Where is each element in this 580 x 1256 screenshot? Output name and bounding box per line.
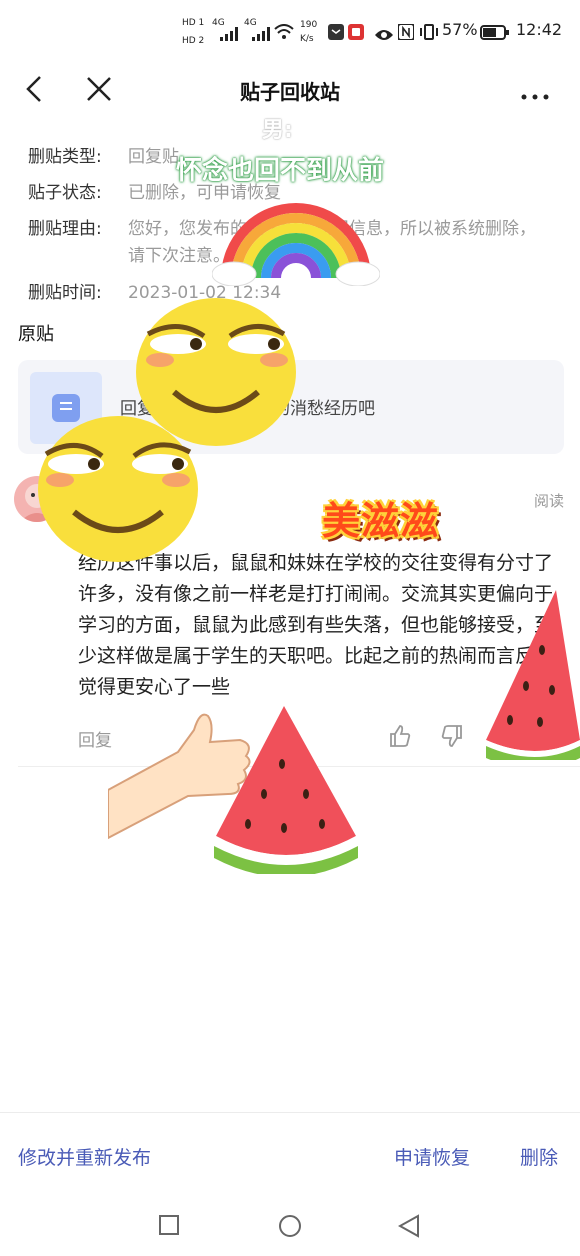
vibrate-icon [420, 24, 438, 44]
back-nav-icon[interactable] [397, 1214, 420, 1242]
more-button[interactable] [520, 86, 550, 100]
wifi-icon [274, 24, 294, 44]
sticker-caption: 怀念也回不到从前 [176, 156, 385, 186]
sticker-small-text: 男: [262, 118, 293, 143]
home-icon[interactable] [278, 1214, 302, 1242]
delete-reason-label: 删贴理由: [28, 219, 102, 239]
nfc-icon [397, 23, 415, 44]
app-notification-icon [328, 24, 344, 44]
header: 贴子回收站 [0, 64, 580, 114]
read-count-label: 阅读 [533, 492, 564, 510]
delete-time-label: 删贴时间: [28, 283, 102, 303]
battery-icon [480, 25, 510, 44]
net-speed-unit: K/s [300, 34, 314, 44]
battery-percent: 57% [442, 20, 478, 39]
recent-apps-icon[interactable] [158, 1214, 180, 1240]
smirk-emoji-icon-2 [36, 414, 200, 568]
bottom-action-bar: 修改并重新发布 申请恢复 删除 [0, 1112, 580, 1199]
status-time: 12:42 [516, 20, 563, 39]
post-status-label: 贴子状态: [28, 183, 102, 203]
sim2-label: HD 2 [182, 36, 205, 46]
app-badge-icon [348, 24, 364, 44]
apply-restore-button[interactable]: 申请恢复 [394, 1143, 470, 1170]
delete-button[interactable]: 删除 [520, 1143, 558, 1170]
sticker-badge-text: 美滋滋 [322, 499, 440, 543]
watermelon-icon [486, 590, 580, 769]
original-post-title: 原贴 [18, 324, 54, 345]
status-bar: HD 1 HD 2 4G 4G 190 K/s 57% 12:42 [0, 0, 580, 64]
delete-type-label: 删贴类型: [28, 147, 102, 167]
signal1-icon [220, 26, 238, 45]
more-dots-icon [521, 94, 549, 100]
thumbs-up-icon[interactable] [388, 724, 412, 752]
page-title: 贴子回收站 [240, 80, 340, 104]
system-nav-bar [0, 1198, 580, 1256]
thumbs-down-icon[interactable] [440, 724, 464, 752]
watermelon-slice-icon [212, 706, 360, 878]
edit-repost-button[interactable]: 修改并重新发布 [18, 1143, 151, 1170]
signal2-icon [252, 26, 270, 45]
rainbow-sticker-icon [211, 196, 381, 290]
reply-button[interactable]: 回复 [78, 726, 112, 751]
sim1-label: HD 1 [182, 18, 205, 28]
eye-icon [374, 26, 394, 45]
net-speed-value: 190 [300, 20, 318, 30]
